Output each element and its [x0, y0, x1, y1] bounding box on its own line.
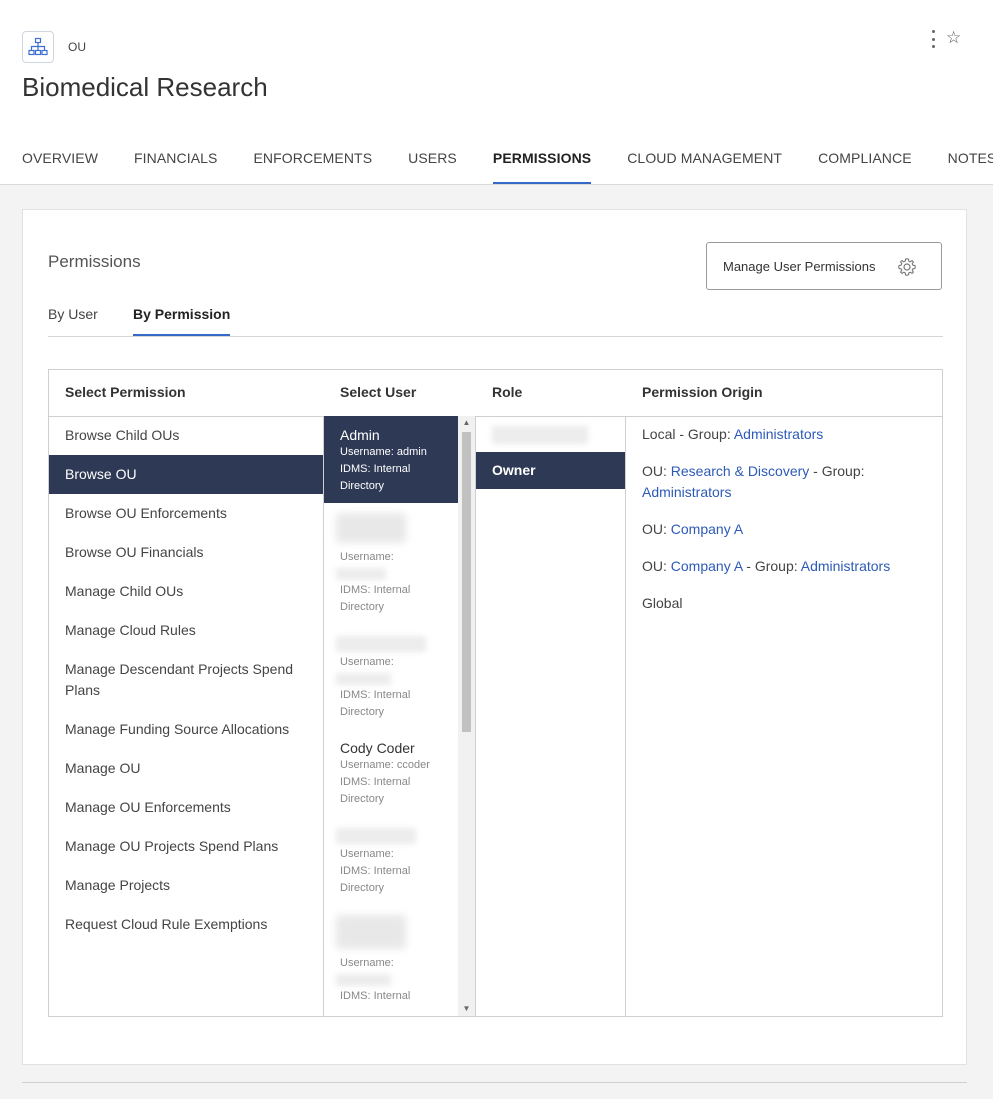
- card-title: Permissions: [48, 252, 141, 271]
- permission-item[interactable]: Browse Child OUs: [49, 416, 323, 455]
- permission-item[interactable]: Manage Projects: [49, 866, 323, 905]
- tab-cloud-management[interactable]: CLOUD MANAGEMENT: [627, 150, 782, 182]
- manage-user-permissions-button[interactable]: Manage User Permissions: [706, 242, 942, 290]
- subtab-by-permission[interactable]: By Permission: [133, 306, 231, 336]
- permissions-card: Permissions Manage User Permissions By U…: [22, 209, 967, 1065]
- origin-item: OU: Company A: [626, 511, 942, 548]
- redacted-name: [336, 636, 426, 652]
- header-permission-origin: Permission Origin: [642, 384, 763, 400]
- redacted-username: [336, 673, 391, 685]
- permission-item[interactable]: Browse OU Financials: [49, 533, 323, 572]
- origin-text: - Group:: [742, 558, 801, 574]
- permission-list: Browse Child OUs Browse OU Browse OU Enf…: [49, 416, 324, 1016]
- permissions-grid: Select Permission Select User Role Permi…: [48, 369, 943, 1017]
- user-username: Username:: [340, 551, 394, 563]
- user-username: Username:: [340, 656, 394, 668]
- header-select-permission: Select Permission: [65, 384, 186, 400]
- redacted-name: [336, 513, 406, 543]
- scroll-up-arrow-icon[interactable]: ▲: [458, 416, 475, 430]
- user-item[interactable]: Username: IDMS: Internal Directory: [324, 816, 458, 905]
- origin-text: OU:: [642, 521, 671, 537]
- user-item[interactable]: Username: IDMS: Internal: [324, 905, 458, 1013]
- role-column: Owner: [476, 416, 626, 1016]
- origin-text: OU:: [642, 558, 671, 574]
- user-idms: IDMS: Internal Directory: [340, 865, 411, 894]
- tab-permissions[interactable]: PERMISSIONS: [492, 150, 592, 184]
- more-options-icon[interactable]: [927, 30, 939, 48]
- permission-item[interactable]: Manage Funding Source Allocations: [49, 710, 323, 749]
- user-list-scrollbar[interactable]: ▲ ▼: [458, 416, 475, 1016]
- role-item-selected[interactable]: Owner: [476, 452, 625, 489]
- permission-item[interactable]: Manage Child OUs: [49, 572, 323, 611]
- favorite-star-icon[interactable]: ☆: [946, 28, 961, 48]
- user-item-selected[interactable]: Admin Username: admin IDMS: Internal Dir…: [324, 416, 458, 503]
- group-link[interactable]: Administrators: [734, 426, 823, 442]
- user-name: Admin: [340, 427, 380, 443]
- ou-link[interactable]: Company A: [671, 521, 743, 537]
- subtab-by-user[interactable]: By User: [48, 306, 98, 334]
- ou-link[interactable]: Research & Discovery: [671, 463, 810, 479]
- scrollbar-thumb[interactable]: [462, 432, 471, 732]
- origin-item: OU: Company A - Group: Administrators: [626, 548, 942, 585]
- page-header: OU Biomedical Research ☆ OVERVIEW FINANC…: [0, 0, 993, 185]
- group-link[interactable]: Administrators: [642, 484, 731, 500]
- user-idms: IDMS: Internal Directory: [340, 584, 411, 613]
- user-idms: IDMS: Internal Directory: [340, 463, 411, 492]
- header-role: Role: [492, 384, 523, 400]
- user-item[interactable]: Cody Coder Username: ccoder IDMS: Intern…: [324, 729, 458, 816]
- tab-users[interactable]: USERS: [408, 150, 457, 182]
- grid-header: Select Permission Select User Role Permi…: [49, 370, 942, 417]
- permission-item[interactable]: Manage OU Enforcements: [49, 788, 323, 827]
- user-idms: IDMS: Internal Directory: [340, 689, 411, 718]
- origin-item: OU: Research & Discovery - Group: Admini…: [626, 453, 942, 511]
- tab-overview[interactable]: OVERVIEW: [22, 150, 98, 182]
- group-link[interactable]: Administrators: [801, 558, 890, 574]
- user-list: Admin Username: admin IDMS: Internal Dir…: [324, 416, 458, 1016]
- origin-column: Local - Group: Administrators OU: Resear…: [626, 416, 942, 1016]
- gear-icon: [897, 257, 917, 280]
- header-select-user: Select User: [340, 384, 417, 400]
- ou-link[interactable]: Company A: [671, 558, 743, 574]
- org-chart-icon: [22, 31, 54, 63]
- permission-item[interactable]: Manage OU Projects Spend Plans: [49, 827, 323, 866]
- user-username: Username: ccoder: [340, 759, 430, 771]
- redacted-role: [492, 426, 588, 444]
- subtabs: By User By Permission: [48, 306, 943, 337]
- user-idms: IDMS: Internal: [340, 990, 411, 1002]
- redacted-name: [336, 915, 406, 949]
- redacted-name: [336, 828, 416, 844]
- tab-enforcements[interactable]: ENFORCEMENTS: [253, 150, 372, 182]
- permission-item[interactable]: Manage Descendant Projects Spend Plans: [49, 650, 323, 710]
- tab-compliance[interactable]: COMPLIANCE: [818, 150, 912, 182]
- origin-text: OU:: [642, 463, 671, 479]
- permission-item-selected[interactable]: Browse OU: [49, 455, 323, 494]
- user-item[interactable]: Username: IDMS: Internal Directory: [324, 503, 458, 624]
- origin-text: - Group:: [809, 463, 865, 479]
- tab-financials[interactable]: FINANCIALS: [134, 150, 217, 182]
- manage-button-label: Manage User Permissions: [723, 258, 876, 274]
- divider: [22, 1082, 967, 1083]
- entity-type-label: OU: [68, 40, 86, 54]
- origin-item: Global: [642, 595, 683, 611]
- scroll-down-arrow-icon[interactable]: ▼: [458, 1002, 475, 1016]
- page-title: Biomedical Research: [22, 72, 268, 102]
- user-item[interactable]: Username: IDMS: Internal Directory: [324, 624, 458, 729]
- origin-text: Local - Group:: [642, 426, 734, 442]
- permission-item[interactable]: Request Cloud Rule Exemptions: [49, 905, 323, 944]
- permission-item[interactable]: Manage Cloud Rules: [49, 611, 323, 650]
- origin-item: Local - Group: Administrators: [626, 416, 942, 453]
- redacted-username: [336, 974, 391, 986]
- permission-item[interactable]: Manage OU: [49, 749, 323, 788]
- user-username: Username:: [340, 848, 394, 860]
- user-idms: IDMS: Internal Directory: [340, 776, 411, 805]
- tab-notes[interactable]: NOTES: [948, 150, 993, 182]
- permission-item[interactable]: Browse OU Enforcements: [49, 494, 323, 533]
- main-tabs: OVERVIEW FINANCIALS ENFORCEMENTS USERS P…: [22, 150, 993, 184]
- user-name: Cody Coder: [340, 740, 415, 756]
- user-list-column: Admin Username: admin IDMS: Internal Dir…: [324, 416, 476, 1016]
- user-username: Username: admin: [340, 446, 427, 458]
- user-username: Username:: [340, 957, 394, 969]
- redacted-username: [336, 568, 386, 580]
